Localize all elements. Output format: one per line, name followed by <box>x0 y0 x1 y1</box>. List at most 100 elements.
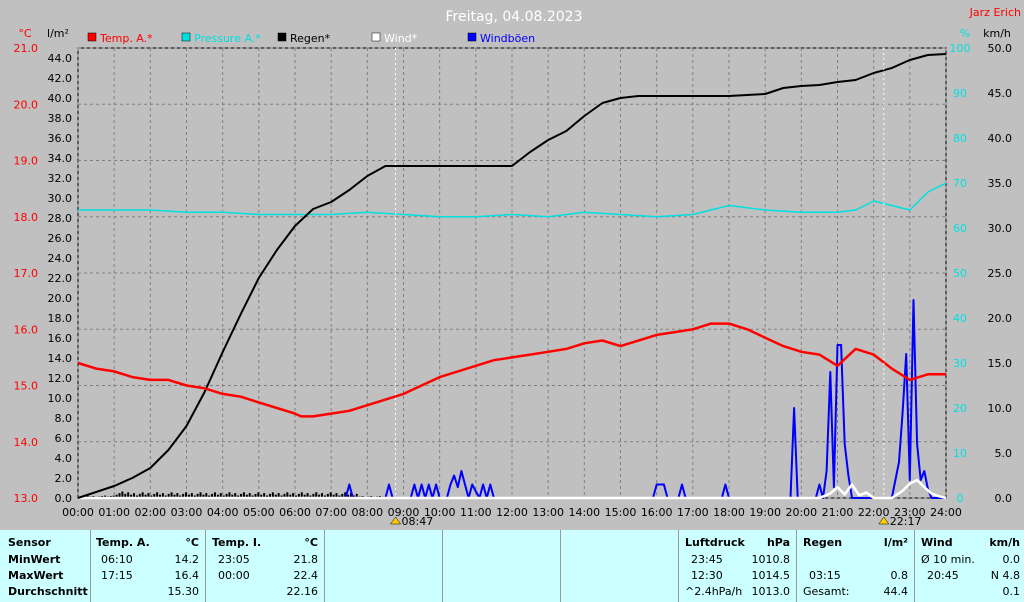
rain-tick-label: 32.0 <box>48 172 73 185</box>
humidity-tick-label: 10 <box>953 447 967 460</box>
x-tick-label: 08:00 <box>351 506 383 519</box>
rain-tick-label: 38.0 <box>48 112 73 125</box>
temp-a-min-time: 06:10 <box>101 553 133 566</box>
temp-a-min-value: 14.2 <box>174 553 200 566</box>
sunset-time-label: 22:17 <box>890 515 922 528</box>
humidity-tick-label: 50 <box>953 267 967 280</box>
humidity-tick-label: 100 <box>950 42 971 55</box>
stats-col-empty-2 <box>442 530 560 602</box>
wind-tick-label: 20.0 <box>988 312 1013 325</box>
x-tick-label: 21:00 <box>822 506 854 519</box>
rain-tick-label: 18.0 <box>48 312 73 325</box>
sensor-max-label: MaxWert <box>8 569 64 582</box>
stats-col-pressure: Luftdruck hPa 23:45 1010.8 12:30 1014.5 … <box>678 530 796 602</box>
wind-unit: km/h <box>989 536 1020 549</box>
temp-tick-label: 14.0 <box>14 436 39 449</box>
legend-label: Windböen <box>480 32 535 45</box>
rain-tick-label: 2.0 <box>55 472 73 485</box>
temp-tick-label: 16.0 <box>14 323 39 336</box>
stats-col-wind: Wind km/h Ø 10 min. 0.0 20:45 N 4.8 0.1 <box>914 530 1024 602</box>
x-tick-label: 14:00 <box>568 506 600 519</box>
rain-tick-label: 16.0 <box>48 332 73 345</box>
rain-tick-label: 44.0 <box>48 52 73 65</box>
wind-tick-label: 30.0 <box>988 222 1013 235</box>
legend-label: Pressure A.* <box>194 32 261 45</box>
wind-tick-label: 15.0 <box>988 357 1013 370</box>
temp-tick-label: 17.0 <box>14 267 39 280</box>
temp-a-unit: °C <box>185 536 199 549</box>
pressure-max-value: 1014.5 <box>751 569 791 582</box>
stats-col-temp-i: Temp. I. °C 23:05 21.8 00:00 22.4 22.16 <box>205 530 324 602</box>
x-tick-label: 12:00 <box>496 506 528 519</box>
rain-tick-label: 6.0 <box>55 432 73 445</box>
legend-label: Regen* <box>290 32 331 45</box>
rain-tick-label: 28.0 <box>48 212 73 225</box>
legend-swatch <box>277 32 287 42</box>
temp-unit-label: °C <box>18 27 32 40</box>
rain-tick-label: 22.0 <box>48 272 73 285</box>
rain-tick-label: 14.0 <box>48 352 73 365</box>
humidity-tick-label: 20 <box>953 402 967 415</box>
chart-title: Freitag, 04.08.2023 <box>446 9 583 25</box>
x-tick-label: 13:00 <box>532 506 564 519</box>
sensor-header: Sensor <box>8 536 51 549</box>
temp-i-min-time: 23:05 <box>218 553 250 566</box>
pressure-header: Luftdruck <box>685 536 745 549</box>
wind-tick-label: 35.0 <box>988 177 1013 190</box>
temp-i-header: Temp. I. <box>212 536 262 549</box>
x-tick-label: 20:00 <box>785 506 817 519</box>
rain-header: Regen <box>803 536 843 549</box>
pressure-trend-label: ^2.4hPa/h <box>685 585 743 598</box>
x-tick-label: 00:00 <box>62 506 94 519</box>
rain-total-label: Gesamt: <box>803 585 850 598</box>
x-tick-label: 01:00 <box>98 506 130 519</box>
wind-tick-label: 40.0 <box>988 132 1013 145</box>
legend-swatch <box>87 32 97 42</box>
author-label: Jarz Erich <box>969 6 1021 19</box>
legend-swatch <box>181 32 191 42</box>
humidity-tick-label: 60 <box>953 222 967 235</box>
temp-i-unit: °C <box>304 536 318 549</box>
pressure-unit: hPa <box>766 536 790 549</box>
rain-max-value: 0.8 <box>890 569 909 582</box>
x-tick-label: 03:00 <box>171 506 203 519</box>
weather-chart: Freitag, 04.08.2023 Jarz Erich °C l/m² %… <box>14 6 1022 528</box>
temp-i-avg-value: 22.16 <box>286 585 319 598</box>
humidity-tick-label: 70 <box>953 177 967 190</box>
wind-tick-label: 50.0 <box>988 42 1013 55</box>
x-tick-label: 07:00 <box>315 506 347 519</box>
temp-tick-label: 13.0 <box>14 492 39 505</box>
temp-a-max-time: 17:15 <box>101 569 133 582</box>
temp-tick-label: 20.0 <box>14 98 39 111</box>
rain-tick-label: 40.0 <box>48 92 73 105</box>
legend-label: Wind* <box>384 32 418 45</box>
x-tick-label: 18:00 <box>713 506 745 519</box>
wind-mean-value: 0.1 <box>1002 585 1021 598</box>
temp-i-max-value: 22.4 <box>293 569 319 582</box>
humidity-tick-label: 0 <box>957 492 964 505</box>
legend-label: Temp. A.* <box>99 32 153 45</box>
x-tick-label: 24:00 <box>930 506 962 519</box>
wind-tick-label: 45.0 <box>988 87 1013 100</box>
legend-swatch <box>371 32 381 42</box>
wind-unit-label: km/h <box>983 27 1011 40</box>
rain-tick-label: 20.0 <box>48 292 73 305</box>
grid <box>77 47 947 499</box>
rain-unit: l/m² <box>883 536 908 549</box>
x-tick-label: 17:00 <box>677 506 709 519</box>
wind-max-value: N 4.8 <box>990 569 1020 582</box>
rain-tick-label: 30.0 <box>48 192 73 205</box>
wind-tick-label: 0.0 <box>995 492 1013 505</box>
x-tick-label: 06:00 <box>279 506 311 519</box>
x-tick-label: 15:00 <box>605 506 637 519</box>
wind-avg-value: 0.0 <box>1002 553 1021 566</box>
x-tick-label: 04:00 <box>207 506 239 519</box>
temp-tick-label: 19.0 <box>14 155 39 168</box>
x-tick-label: 22:00 <box>858 506 890 519</box>
sunrise-time-label: 08:47 <box>402 515 434 528</box>
wind-max-time: 20:45 <box>927 569 959 582</box>
temp-tick-label: 21.0 <box>14 42 39 55</box>
stats-col-empty-3 <box>560 530 678 602</box>
rain-tick-label: 26.0 <box>48 232 73 245</box>
pressure-min-value: 1010.8 <box>751 553 791 566</box>
